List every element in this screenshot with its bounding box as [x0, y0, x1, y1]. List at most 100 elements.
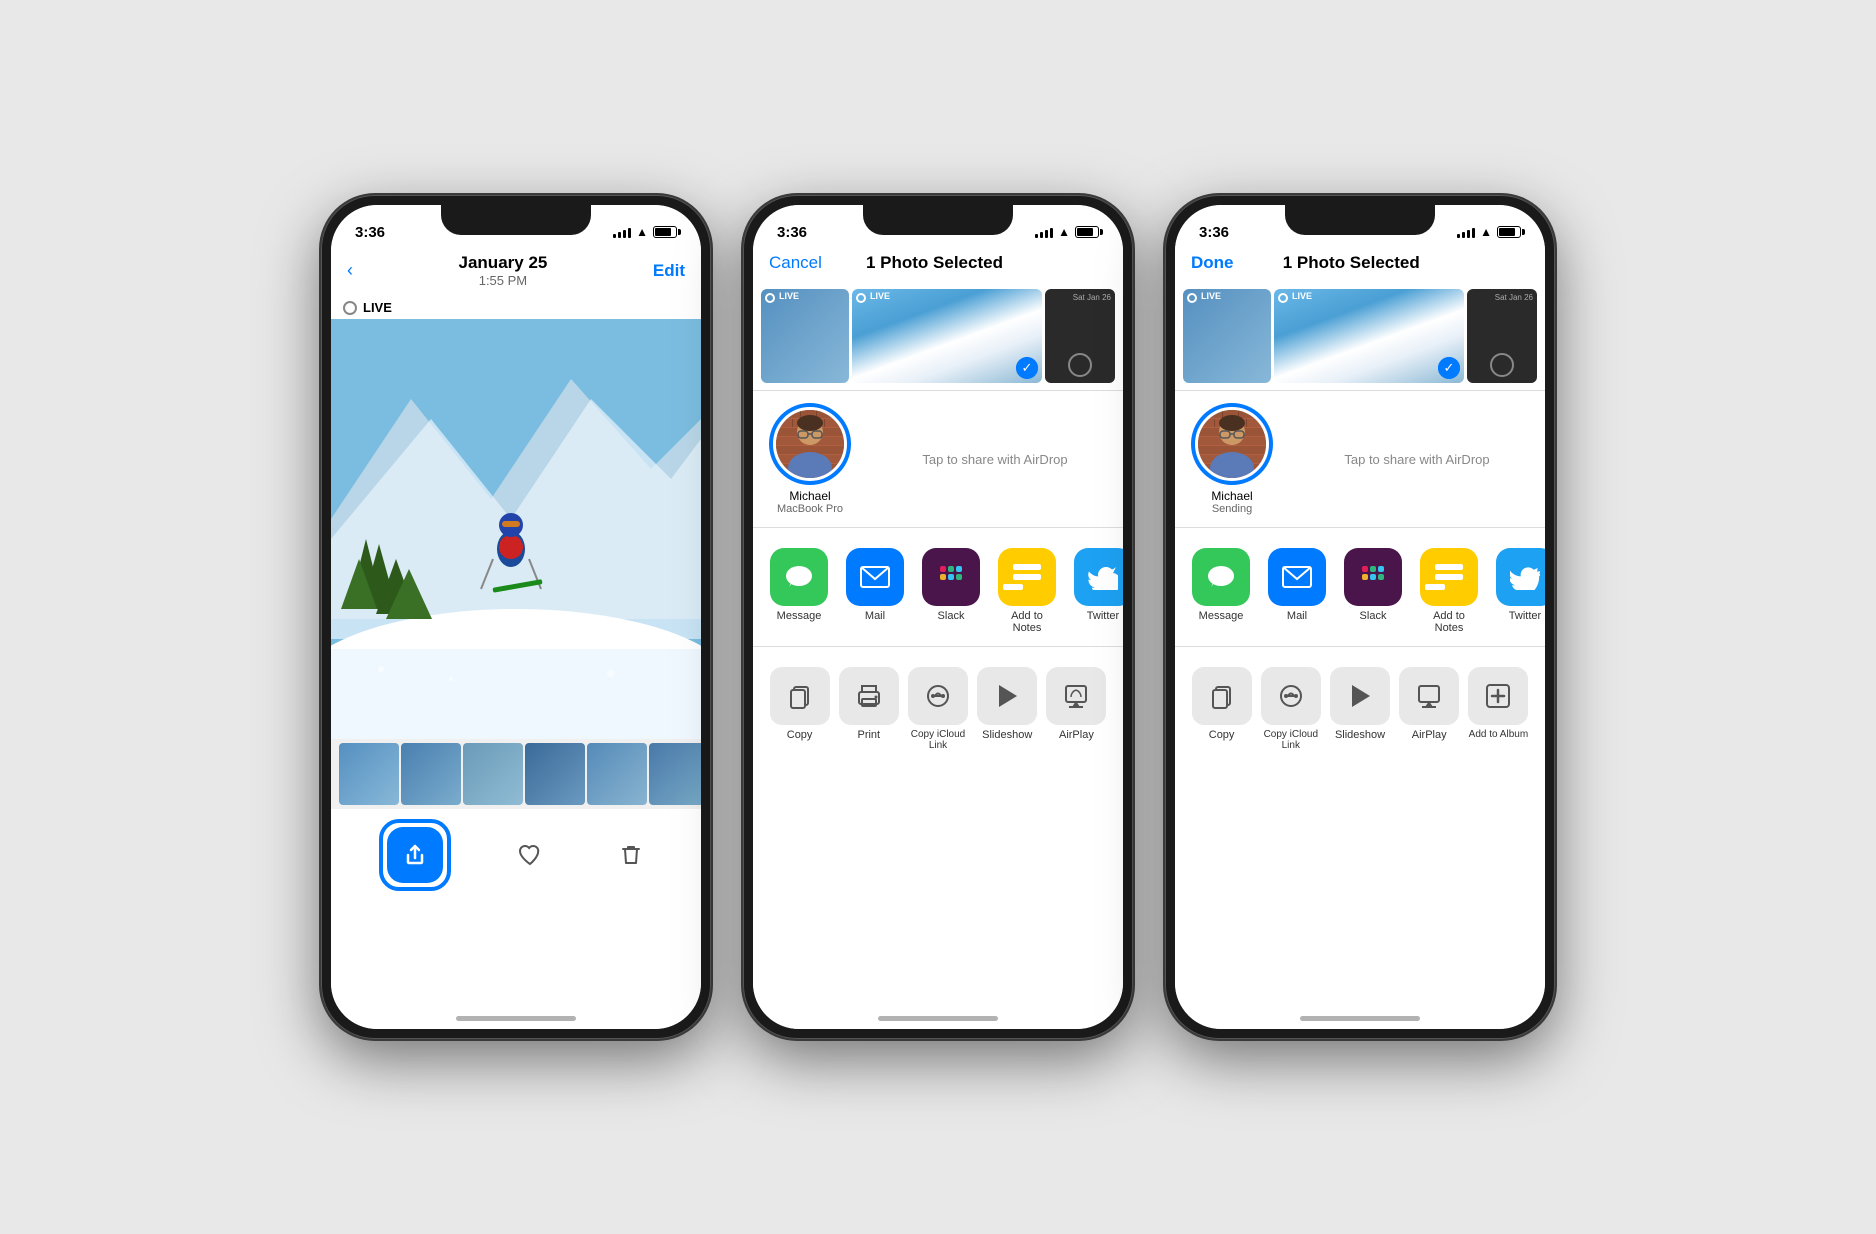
- sel-photo-1[interactable]: LIVE: [761, 289, 849, 383]
- play-svg: [995, 682, 1019, 710]
- sel-photo-dark-1: Sat Jan 26: [1045, 289, 1115, 383]
- app-label-notes-2: Add to Notes: [997, 610, 1057, 634]
- battery-icon-2: [1075, 226, 1099, 238]
- airdrop-name-1: Michael: [789, 489, 830, 503]
- print-svg: [855, 683, 883, 709]
- action-airplay-2[interactable]: AirPlay: [1046, 667, 1107, 751]
- notch-3: [1285, 205, 1435, 235]
- edit-button[interactable]: Edit: [653, 261, 685, 281]
- action-label-icloud-2: Copy iCloud Link: [907, 729, 968, 751]
- sel-photo-3-1[interactable]: LIVE: [1183, 289, 1271, 383]
- airdrop-avatar-1: [776, 410, 844, 478]
- cancel-button[interactable]: Cancel: [769, 253, 822, 273]
- thumb-3[interactable]: [463, 743, 523, 805]
- thumb-1[interactable]: [339, 743, 399, 805]
- notes-icon-2: [998, 548, 1056, 606]
- add-album-icon-3: [1468, 667, 1528, 725]
- airdrop-person-info-1: Michael MacBook Pro: [769, 489, 851, 515]
- action-label-airplay-3: AirPlay: [1412, 729, 1447, 741]
- notch-2: [863, 205, 1013, 235]
- airdrop-name-3: Michael: [1211, 489, 1252, 503]
- airdrop-person-wrapper[interactable]: Michael MacBook Pro: [769, 403, 851, 515]
- icloud-icon-3: [1261, 667, 1321, 725]
- thumb-2[interactable]: [401, 743, 461, 805]
- airdrop-person-info-3: Michael Sending: [1191, 489, 1273, 515]
- nav-bar-3: Done 1 Photo Selected: [1175, 249, 1545, 281]
- main-photo-1: [331, 319, 701, 739]
- app-slack-3[interactable]: Slack: [1343, 548, 1403, 634]
- app-mail-3[interactable]: Mail: [1267, 548, 1327, 634]
- action-add-album-3[interactable]: Add to Album: [1468, 667, 1529, 751]
- app-twitter-2[interactable]: Twitter: [1073, 548, 1123, 634]
- action-airplay-3[interactable]: AirPlay: [1399, 667, 1460, 751]
- action-slideshow-2[interactable]: Slideshow: [977, 667, 1038, 751]
- message-icon-3: [1192, 548, 1250, 606]
- app-label-slack-2: Slack: [938, 610, 965, 622]
- wifi-icon-2: ▲: [1058, 225, 1070, 239]
- heart-button[interactable]: [508, 833, 552, 877]
- app-label-twitter-3: Twitter: [1509, 610, 1541, 622]
- sel-photo-3-2-selected[interactable]: LIVE ✓: [1274, 289, 1464, 383]
- back-button[interactable]: ‹: [347, 260, 353, 281]
- battery-icon: [653, 226, 677, 238]
- action-icloud-2[interactable]: Copy iCloud Link: [907, 667, 968, 751]
- airplay-icon-3: [1399, 667, 1459, 725]
- action-slideshow-3[interactable]: Slideshow: [1329, 667, 1390, 751]
- action-label-copy-2: Copy: [787, 729, 813, 741]
- share-button[interactable]: [387, 827, 443, 883]
- action-label-icloud-3: Copy iCloud Link: [1260, 729, 1321, 751]
- mail-icon-2: [846, 548, 904, 606]
- divider-3: [1175, 646, 1545, 647]
- signal-icon-2: [1035, 226, 1053, 238]
- app-message-3[interactable]: Message: [1191, 548, 1251, 634]
- action-label-add-album-3: Add to Album: [1469, 729, 1528, 740]
- nav-bar-2: Cancel 1 Photo Selected: [753, 249, 1123, 281]
- app-twitter-3[interactable]: Twitter: [1495, 548, 1545, 634]
- app-mail-2[interactable]: Mail: [845, 548, 905, 634]
- nav-title-2: 1 Photo Selected: [866, 253, 1003, 273]
- done-button[interactable]: Done: [1191, 253, 1234, 273]
- sel-photo-2-selected[interactable]: LIVE ✓: [852, 289, 1042, 383]
- twitter-svg: [1088, 564, 1118, 590]
- action-copy-2[interactable]: Copy: [769, 667, 830, 751]
- nav-bar-1: ‹ January 25 1:55 PM Edit: [331, 249, 701, 296]
- trash-icon: [620, 843, 642, 867]
- action-print-2[interactable]: Print: [838, 667, 899, 751]
- airdrop-highlight: [769, 403, 851, 485]
- status-icons-1: ▲: [613, 225, 677, 239]
- thumb-5[interactable]: [587, 743, 647, 805]
- copy-svg: [786, 682, 814, 710]
- action-icloud-3[interactable]: Copy iCloud Link: [1260, 667, 1321, 751]
- app-label-message-2: Message: [777, 610, 822, 622]
- twitter-svg-3: [1510, 564, 1540, 590]
- app-label-twitter-2: Twitter: [1087, 610, 1119, 622]
- app-icons-row-2: Message Mail: [753, 536, 1123, 646]
- airdrop-row-3: Michael Sending Tap to share with AirDro…: [1175, 391, 1545, 528]
- thumb-6[interactable]: [649, 743, 701, 805]
- action-copy-3[interactable]: Copy: [1191, 667, 1252, 751]
- notch: [441, 205, 591, 235]
- photo-toolbar: [331, 809, 701, 901]
- thumb-4[interactable]: [525, 743, 585, 805]
- share-highlight: [379, 819, 451, 891]
- delete-button[interactable]: [609, 833, 653, 877]
- app-label-message-3: Message: [1199, 610, 1244, 622]
- thumbnail-strip[interactable]: [331, 739, 701, 809]
- heart-icon: [517, 843, 543, 867]
- print-icon-2: [839, 667, 899, 725]
- notes-icon-3: [1420, 548, 1478, 606]
- copy-icon-3: [1192, 667, 1252, 725]
- airdrop-avatar-3: [1198, 410, 1266, 478]
- airdrop-person-wrapper-3[interactable]: Michael Sending: [1191, 403, 1273, 515]
- nav-title-3: 1 Photo Selected: [1283, 253, 1420, 273]
- app-slack-2[interactable]: Slack: [921, 548, 981, 634]
- app-notes-3[interactable]: Add to Notes: [1419, 548, 1479, 634]
- time-1: 3:36: [355, 224, 385, 241]
- phone-2: 3:36 ▲ Cancel 1 Photo Selected: [743, 195, 1133, 1039]
- app-notes-2[interactable]: Add to Notes: [997, 548, 1057, 634]
- divider-2: [753, 646, 1123, 647]
- action-row-3: Copy Copy iCloud Link: [1175, 655, 1545, 763]
- share-button-wrapper[interactable]: [379, 819, 451, 891]
- home-indicator-2: [878, 1016, 998, 1021]
- app-message-2[interactable]: Message: [769, 548, 829, 634]
